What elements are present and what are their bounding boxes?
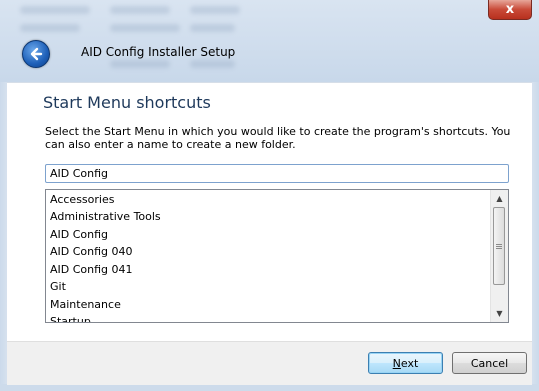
page-description: Select the Start Menu in which you would… xyxy=(45,125,511,151)
next-button[interactable]: Next xyxy=(368,352,443,374)
back-button[interactable] xyxy=(22,40,50,68)
window-title: AID Config Installer Setup xyxy=(81,45,236,59)
list-item[interactable]: AID Config 041 xyxy=(50,262,133,278)
scroll-up-icon[interactable]: ▲ xyxy=(491,190,508,207)
close-button[interactable]: x xyxy=(488,0,532,20)
list-item[interactable]: Maintenance xyxy=(50,297,121,313)
background-blur xyxy=(20,6,90,14)
background-blur xyxy=(110,60,170,68)
grip-icon xyxy=(496,244,502,245)
scroll-down-icon[interactable]: ▼ xyxy=(491,305,508,322)
cancel-button-label: Cancel xyxy=(470,356,509,370)
button-bar: Next Cancel xyxy=(7,341,532,385)
folder-name-input[interactable] xyxy=(45,164,509,183)
cancel-button[interactable]: Cancel xyxy=(452,352,527,374)
list-item[interactable]: Startup xyxy=(50,314,91,322)
background-blur xyxy=(20,24,80,32)
page-title: Start Menu shortcuts xyxy=(43,93,211,112)
next-button-label: Next xyxy=(392,356,419,370)
close-icon: x xyxy=(505,2,515,17)
list-item[interactable]: Administrative Tools xyxy=(50,209,161,225)
background-blur xyxy=(190,24,235,32)
installer-window: x AID Config Installer Setup Start Menu … xyxy=(0,0,539,391)
title-bar: x AID Config Installer Setup xyxy=(0,0,539,82)
start-menu-folder-list[interactable]: Accessories Administrative Tools AID Con… xyxy=(45,189,509,323)
background-blur xyxy=(110,6,170,14)
vertical-scrollbar[interactable]: ▲ ▼ xyxy=(490,190,508,322)
list-item[interactable]: AID Config xyxy=(50,227,108,243)
window-frame-right xyxy=(532,82,539,391)
list-item[interactable]: Accessories xyxy=(50,192,114,208)
scroll-thumb[interactable] xyxy=(493,207,505,285)
window-frame-bottom xyxy=(0,384,539,391)
list-item[interactable]: Git xyxy=(50,279,66,295)
background-blur xyxy=(110,24,180,32)
background-blur xyxy=(190,6,240,14)
content-panel: Start Menu shortcuts Select the Start Me… xyxy=(7,82,532,341)
back-arrow-icon xyxy=(30,47,43,61)
list-item[interactable]: AID Config 040 xyxy=(50,244,133,260)
background-blur xyxy=(190,60,235,68)
window-frame-left xyxy=(0,82,7,391)
